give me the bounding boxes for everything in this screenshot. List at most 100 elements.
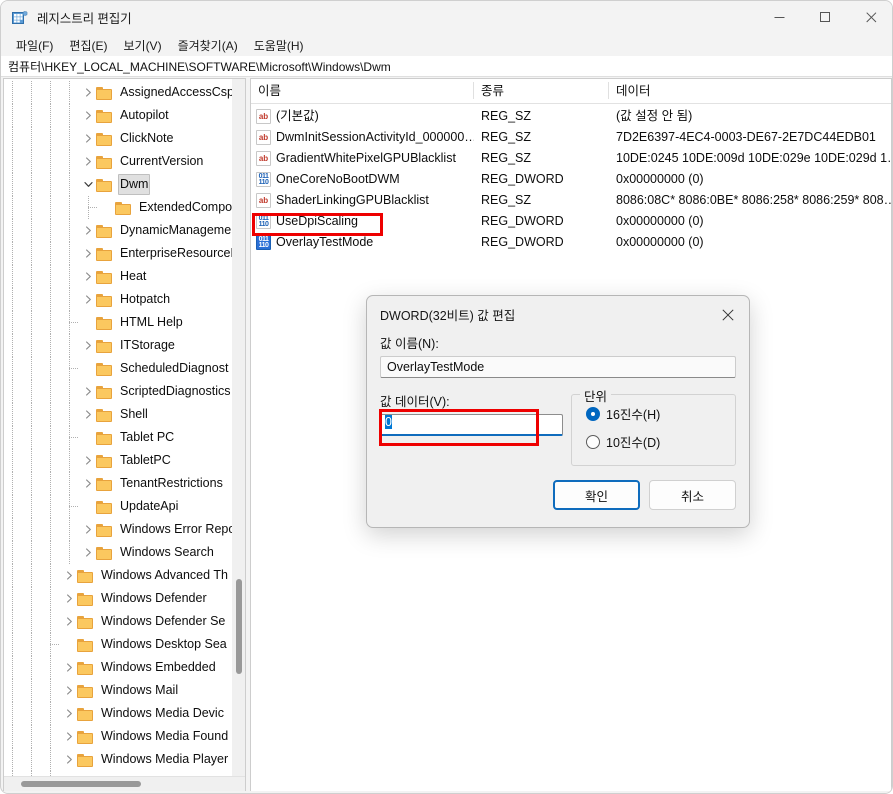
maximize-button[interactable] — [802, 1, 848, 34]
value-name-cell: ab DwmInitSessionActivityId_000000… — [251, 127, 474, 148]
chevron-right-icon[interactable] — [80, 380, 96, 403]
radio-hexadecimal[interactable]: 16진수(H) — [586, 404, 735, 423]
tree-item[interactable]: Hotpatch — [4, 288, 232, 311]
dialog-close-button[interactable] — [707, 297, 749, 333]
chevron-right-icon[interactable] — [61, 748, 77, 771]
tree-item[interactable]: Autopilot — [4, 104, 232, 127]
value-name-input[interactable] — [380, 356, 736, 378]
tree-item[interactable]: Windows Defender — [4, 587, 232, 610]
column-header-type[interactable]: 종류 — [474, 79, 609, 103]
chevron-right-icon[interactable] — [61, 725, 77, 748]
chevron-right-icon[interactable] — [80, 265, 96, 288]
tree-item[interactable]: TabletPC — [4, 449, 232, 472]
tree-item[interactable]: UpdateApi — [4, 495, 232, 518]
folder-icon — [96, 454, 113, 468]
tree-item[interactable]: ScheduledDiagnost — [4, 357, 232, 380]
tree-item[interactable]: Shell — [4, 403, 232, 426]
tree-item[interactable]: Heat — [4, 265, 232, 288]
chevron-right-icon[interactable] — [80, 127, 96, 150]
tree-item-label: AssignedAccessCsp — [120, 85, 232, 99]
chevron-right-icon[interactable] — [80, 219, 96, 242]
table-row[interactable]: ab GradientWhitePixelGPUBlacklist REG_SZ 10… — [251, 148, 891, 169]
tree-item[interactable]: ClickNote — [4, 127, 232, 150]
table-row[interactable]: ab ShaderLinkingGPUBlacklist REG_SZ 8086:08… — [251, 190, 891, 211]
cancel-button[interactable]: 취소 — [649, 480, 736, 510]
chevron-right-icon[interactable] — [80, 288, 96, 311]
tree-guide-line — [12, 311, 13, 334]
value-data-input[interactable]: 0 — [380, 414, 563, 436]
radio-decimal[interactable]: 10진수(D) — [586, 432, 735, 451]
tree-guide-line — [12, 150, 13, 173]
tree-item[interactable]: Windows Search — [4, 541, 232, 564]
radio-hexadecimal-indicator[interactable] — [586, 406, 600, 421]
chevron-right-icon[interactable] — [80, 472, 96, 495]
tree-guide-line — [12, 104, 13, 127]
tree-item[interactable]: Windows Defender Se — [4, 610, 232, 633]
menu-file[interactable]: 파일(F) — [9, 35, 60, 56]
tree-guide-line — [69, 472, 70, 495]
tree-item[interactable]: Windows Desktop Sea — [4, 633, 232, 656]
tree-item[interactable]: HTML Help — [4, 311, 232, 334]
menu-view[interactable]: 보기(V) — [116, 35, 168, 56]
tree-item[interactable]: Windows Mail — [4, 679, 232, 702]
chevron-right-icon[interactable] — [80, 449, 96, 472]
table-row[interactable]: 011 110 OneCoreNoBootDWM REG_DWORD 0x0000000… — [251, 169, 891, 190]
tree-item[interactable]: Windows Media Player — [4, 748, 232, 771]
radio-decimal-indicator[interactable] — [586, 434, 600, 449]
chevron-right-icon[interactable] — [61, 656, 77, 679]
tree-item[interactable]: ScriptedDiagnostics — [4, 380, 232, 403]
tree-item[interactable]: EnterpriseResourceM — [4, 242, 232, 265]
tree-guide-line — [31, 288, 32, 311]
chevron-right-icon[interactable] — [80, 518, 96, 541]
chevron-down-icon[interactable] — [80, 173, 96, 196]
address-bar[interactable]: 컴퓨터\HKEY_LOCAL_MACHINE\SOFTWARE\Microsof… — [1, 56, 892, 77]
tree-item[interactable]: TenantRestrictions — [4, 472, 232, 495]
tree-guide-line — [31, 219, 32, 242]
tree-vscroll-thumb[interactable] — [236, 579, 242, 674]
chevron-right-icon[interactable] — [80, 104, 96, 127]
table-row[interactable]: ab (기본값) REG_SZ (값 설정 안 됨) — [251, 106, 891, 127]
chevron-right-icon[interactable] — [80, 541, 96, 564]
table-row[interactable]: 011 110 OverlayTestMode REG_DWORD 0x00000000… — [251, 232, 891, 253]
close-button[interactable] — [848, 1, 892, 34]
tree-item[interactable]: DynamicManageme — [4, 219, 232, 242]
menu-edit[interactable]: 편집(E) — [62, 35, 114, 56]
chevron-right-icon[interactable] — [80, 150, 96, 173]
tree-item-label: Windows Mail — [101, 683, 179, 697]
tree-vertical-scrollbar[interactable] — [232, 79, 245, 776]
chevron-right-icon[interactable] — [80, 334, 96, 357]
tree-guide-line — [31, 495, 32, 518]
chevron-right-icon[interactable] — [61, 564, 77, 587]
chevron-right-icon[interactable] — [61, 587, 77, 610]
menu-favorites[interactable]: 즐겨찾기(A) — [171, 35, 245, 56]
tree-item[interactable]: Windows Embedded — [4, 656, 232, 679]
tree-item[interactable]: Windows Error Repo — [4, 518, 232, 541]
minimize-button[interactable] — [756, 1, 802, 34]
tree-item[interactable]: Windows Media Found — [4, 725, 232, 748]
tree-item[interactable]: Windows Media Devic — [4, 702, 232, 725]
tree-item[interactable]: Windows Advanced Th — [4, 564, 232, 587]
tree-item[interactable]: ExtendedCompo — [4, 196, 232, 219]
folder-icon — [96, 293, 113, 307]
tree-horizontal-scrollbar[interactable] — [4, 776, 245, 791]
table-row[interactable]: 011 110 UseDpiScaling REG_DWORD 0x00000000 (… — [251, 211, 891, 232]
tree-item[interactable]: CurrentVersion — [4, 150, 232, 173]
chevron-right-icon[interactable] — [61, 679, 77, 702]
chevron-right-icon[interactable] — [80, 403, 96, 426]
chevron-right-icon[interactable] — [61, 702, 77, 725]
column-header-name[interactable]: 이름 — [251, 79, 474, 103]
folder-icon — [96, 362, 113, 376]
folder-icon — [77, 592, 94, 606]
menu-help[interactable]: 도움말(H) — [247, 35, 311, 56]
tree-item[interactable]: AssignedAccessCsp — [4, 81, 232, 104]
chevron-right-icon[interactable] — [61, 610, 77, 633]
chevron-right-icon[interactable] — [80, 242, 96, 265]
table-row[interactable]: ab DwmInitSessionActivityId_000000… REG_SZ… — [251, 127, 891, 148]
tree-hscroll-thumb[interactable] — [21, 781, 141, 787]
chevron-right-icon[interactable] — [80, 81, 96, 104]
tree-item[interactable]: Dwm — [4, 173, 232, 196]
column-header-data[interactable]: 데이터 — [609, 79, 891, 103]
ok-button[interactable]: 확인 — [553, 480, 640, 510]
tree-item[interactable]: Tablet PC — [4, 426, 232, 449]
tree-item[interactable]: ITStorage — [4, 334, 232, 357]
